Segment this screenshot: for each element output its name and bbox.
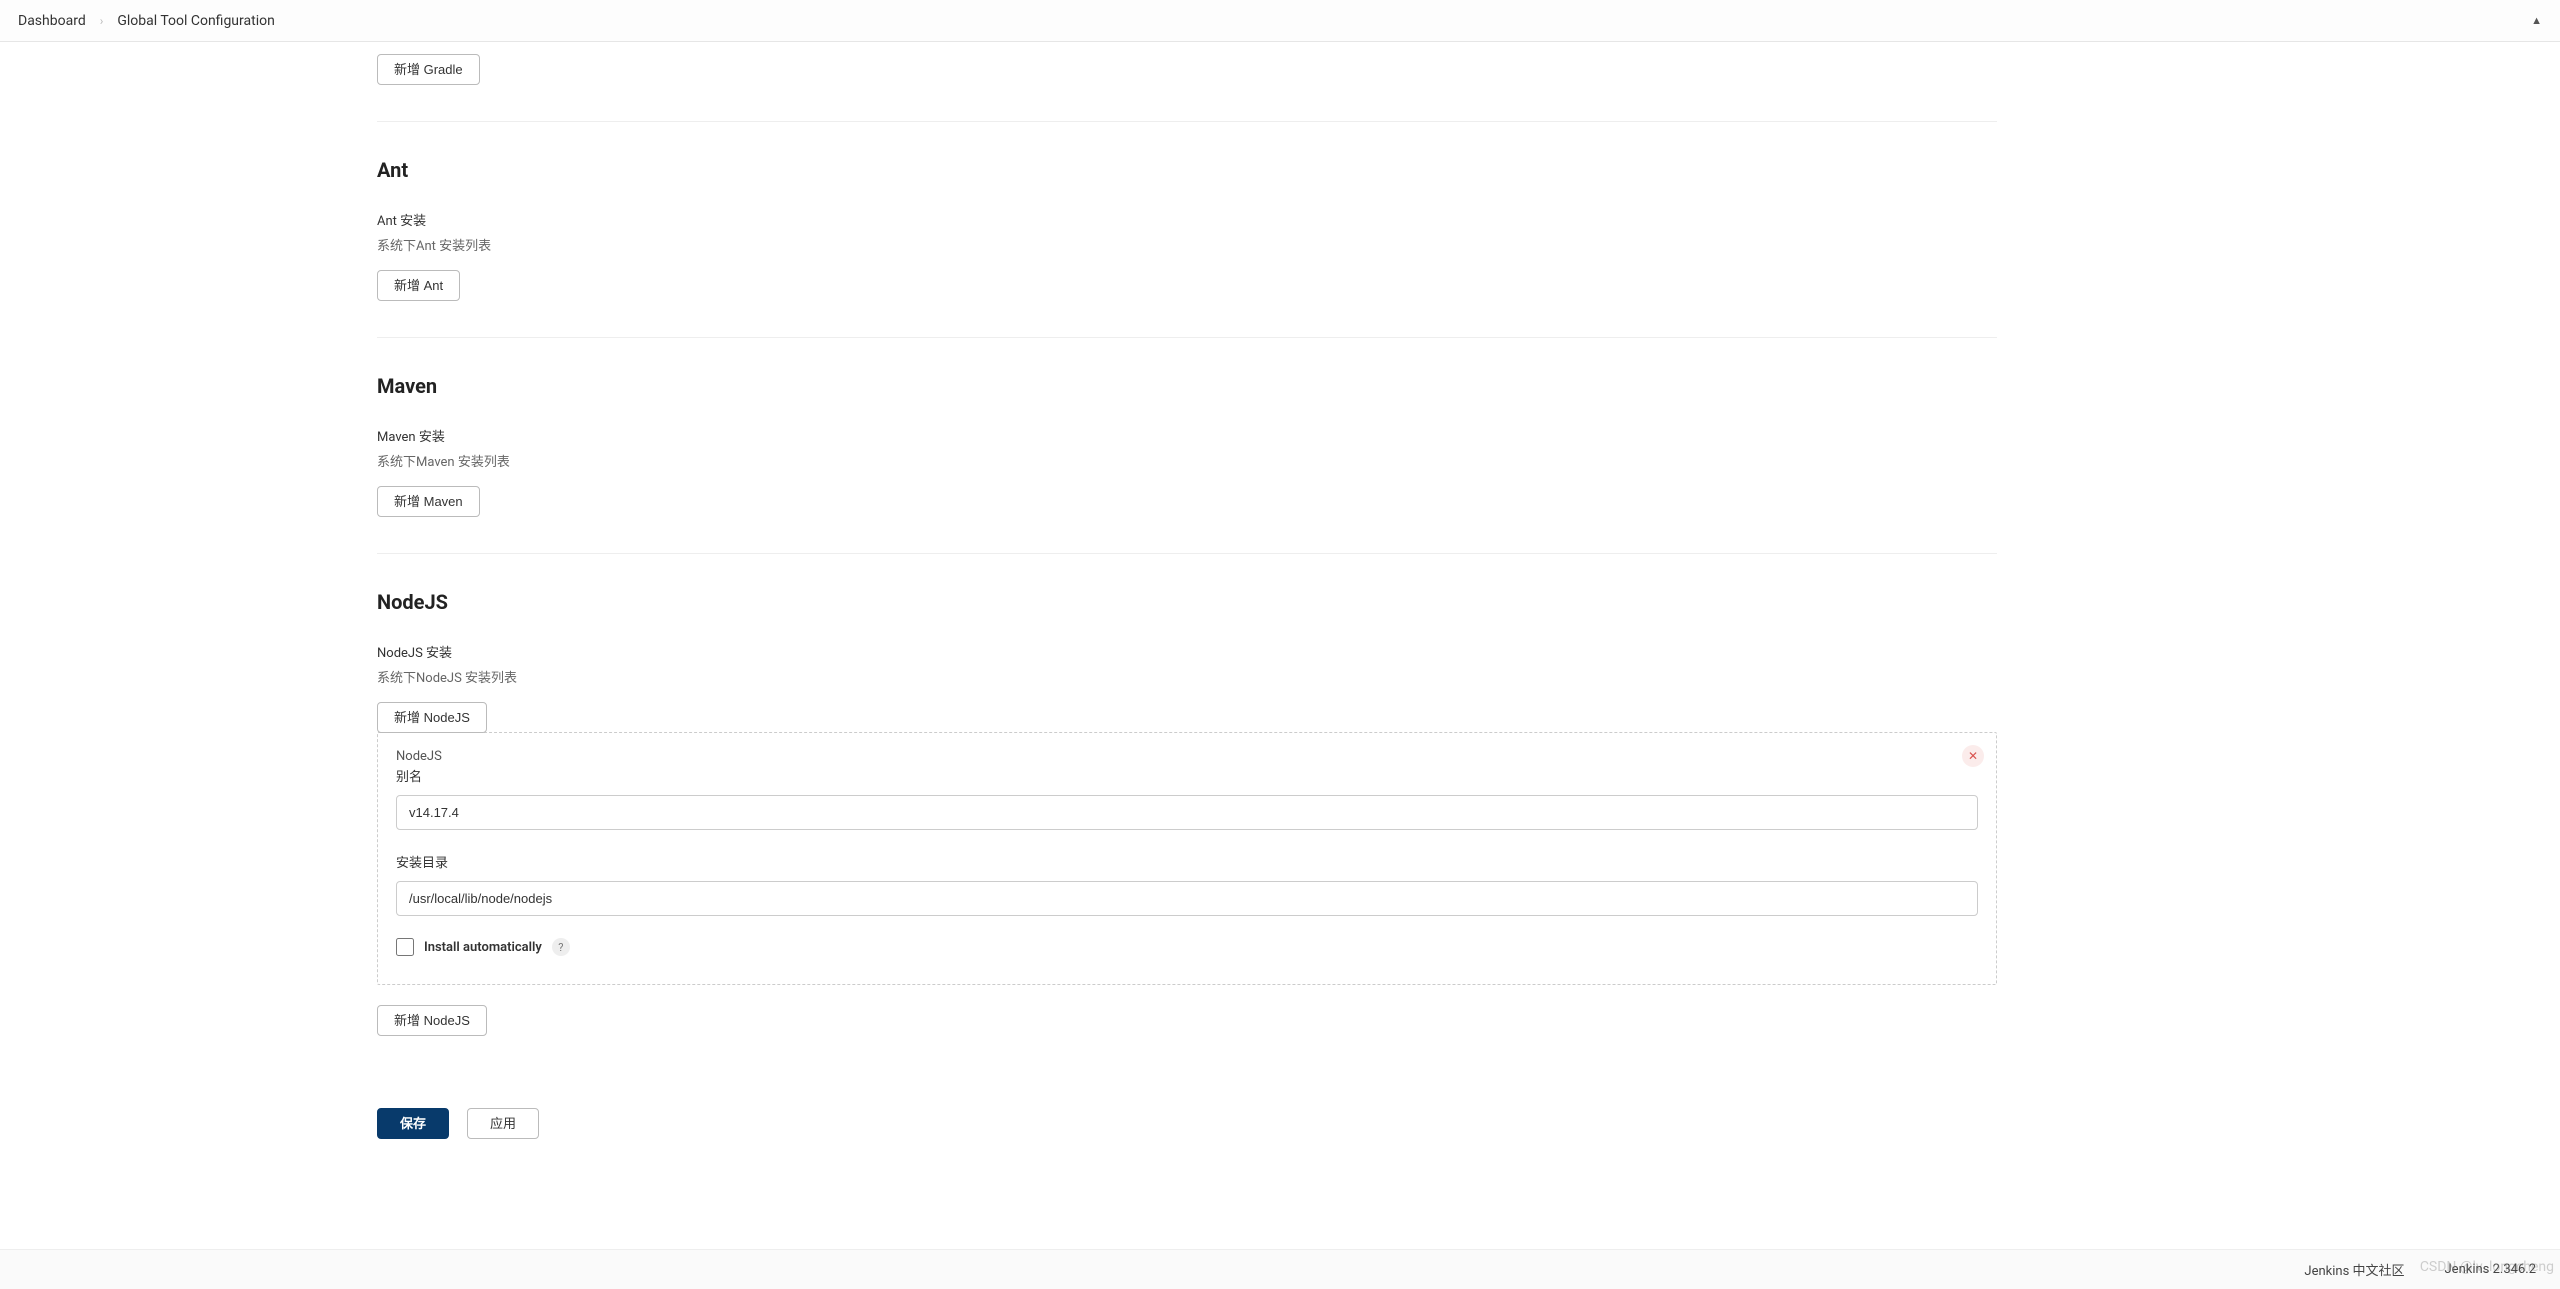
nodejs-home-input[interactable] xyxy=(396,881,1978,916)
breadcrumb-bar: Dashboard › Global Tool Configuration ▲ xyxy=(0,0,2560,42)
add-nodejs-button-bottom[interactable]: 新增 NodeJS xyxy=(377,1005,487,1036)
section-nodejs: NodeJS NodeJS 安装 系统下NodeJS 安装列表 新增 NodeJ… xyxy=(377,590,1997,1072)
heading-maven: Maven xyxy=(377,374,1997,398)
apply-button[interactable]: 应用 xyxy=(467,1108,539,1139)
footer-community-link[interactable]: Jenkins 中文社区 xyxy=(2304,1260,2404,1279)
nodejs-install-block: ✕ NodeJS 别名 安装目录 Install automatically ? xyxy=(377,732,1997,985)
nodejs-name-label: 别名 xyxy=(396,766,1978,785)
help-icon[interactable]: ? xyxy=(552,938,570,956)
nodejs-install-label: NodeJS 安装 xyxy=(377,642,1997,661)
maven-install-label: Maven 安装 xyxy=(377,426,1997,445)
nodejs-name-input[interactable] xyxy=(396,795,1978,830)
breadcrumb-item-dashboard[interactable]: Dashboard xyxy=(18,13,86,29)
caret-up-icon[interactable]: ▲ xyxy=(2531,14,2542,27)
nodejs-chunk-label: NodeJS xyxy=(396,749,1978,764)
footer-version-link[interactable]: Jenkins 2.346.2 xyxy=(2445,1262,2537,1277)
maven-list-text: 系统下Maven 安装列表 xyxy=(377,451,1997,470)
ant-install-label: Ant 安装 xyxy=(377,210,1997,229)
heading-nodejs: NodeJS xyxy=(377,590,1997,614)
ant-list-text: 系统下Ant 安装列表 xyxy=(377,235,1997,254)
nodejs-auto-install-label: Install automatically xyxy=(424,940,542,955)
nodejs-home-label: 安装目录 xyxy=(396,852,1978,871)
nodejs-name-field-block: 别名 xyxy=(396,766,1978,830)
footer: Jenkins 中文社区 Jenkins 2.346.2 xyxy=(0,1249,2560,1289)
nodejs-home-field-block: 安装目录 xyxy=(396,852,1978,916)
section-maven: Maven Maven 安装 系统下Maven 安装列表 新增 Maven xyxy=(377,374,1997,554)
add-maven-button[interactable]: 新增 Maven xyxy=(377,486,480,517)
add-nodejs-button-top[interactable]: 新增 NodeJS xyxy=(377,702,487,733)
delete-nodejs-button[interactable]: ✕ xyxy=(1962,745,1984,767)
bottom-actions: 保存 应用 xyxy=(377,1108,1997,1139)
close-icon: ✕ xyxy=(1968,749,1978,763)
chevron-right-icon: › xyxy=(100,14,104,28)
section-gradle: 新增 Gradle xyxy=(377,54,1997,122)
add-ant-button[interactable]: 新增 Ant xyxy=(377,270,460,301)
add-gradle-button[interactable]: 新增 Gradle xyxy=(377,54,480,85)
nodejs-auto-install-row: Install automatically ? xyxy=(396,938,1978,956)
nodejs-list-text: 系统下NodeJS 安装列表 xyxy=(377,667,1997,686)
heading-ant: Ant xyxy=(377,158,1997,182)
scroll-area[interactable]: 新增 Gradle Ant Ant 安装 系统下Ant 安装列表 新增 Ant … xyxy=(0,42,2560,1249)
section-ant: Ant Ant 安装 系统下Ant 安装列表 新增 Ant xyxy=(377,158,1997,338)
save-button[interactable]: 保存 xyxy=(377,1108,449,1139)
nodejs-auto-install-checkbox[interactable] xyxy=(396,938,414,956)
content: 新增 Gradle Ant Ant 安装 系统下Ant 安装列表 新增 Ant … xyxy=(377,42,1997,1179)
breadcrumb-item-global-tool[interactable]: Global Tool Configuration xyxy=(117,13,274,29)
